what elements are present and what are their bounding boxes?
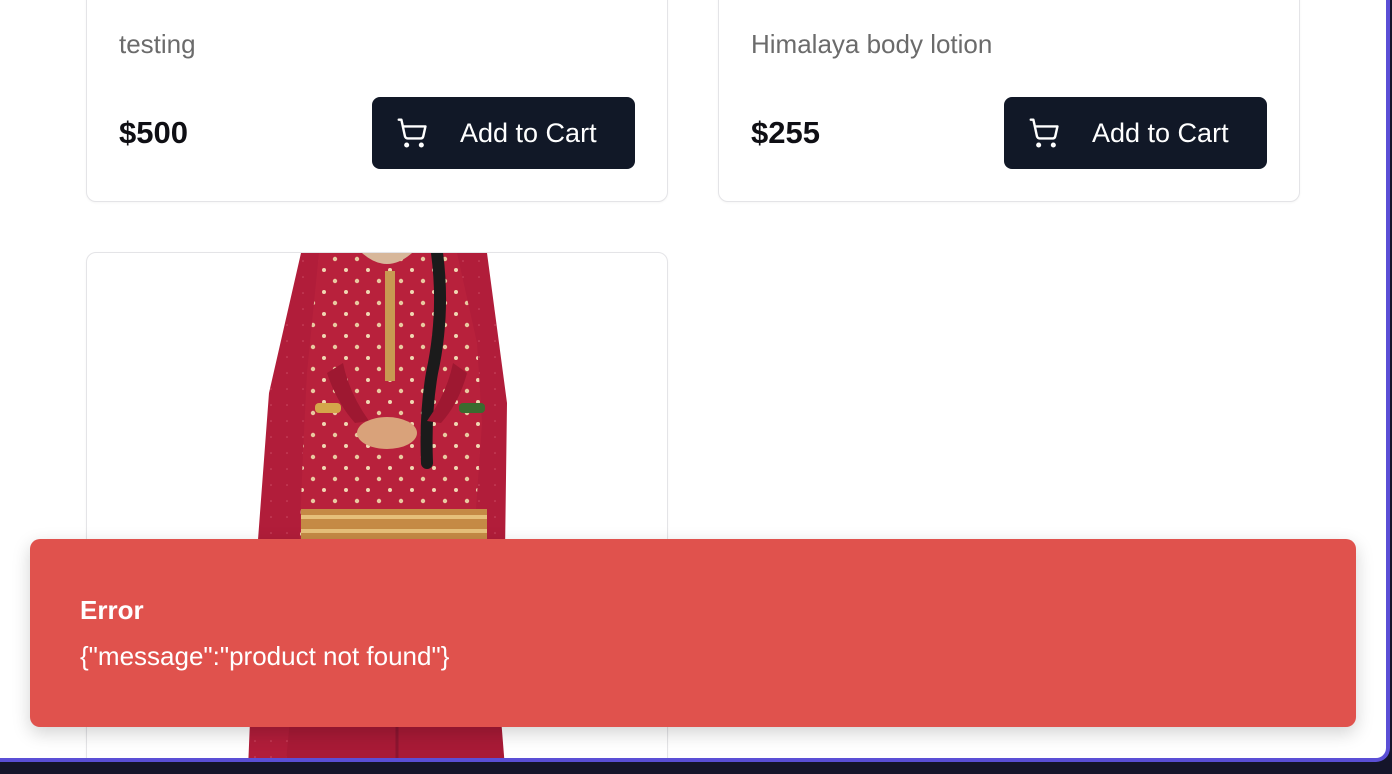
- browser-frame: testing $500 Add to Cart Himalaya body l…: [0, 0, 1392, 774]
- add-to-cart-label: Add to Cart: [460, 117, 597, 148]
- product-card: Himalaya body lotion $255 Add to Cart: [718, 0, 1300, 202]
- add-to-cart-button[interactable]: Add to Cart: [1004, 97, 1267, 169]
- toast-message: {"message":"product not found"}: [80, 641, 450, 671]
- product-price: $500: [119, 115, 188, 150]
- product-card: testing $500 Add to Cart: [86, 0, 668, 202]
- toast-title: Error: [80, 595, 144, 625]
- shopping-cart-icon: [396, 117, 428, 149]
- error-toast[interactable]: Error {"message":"product not found"}: [30, 539, 1356, 727]
- product-description: testing: [119, 29, 196, 59]
- add-to-cart-button[interactable]: Add to Cart: [372, 97, 635, 169]
- page-viewport: testing $500 Add to Cart Himalaya body l…: [0, 0, 1390, 762]
- product-description: Himalaya body lotion: [751, 29, 993, 59]
- shopping-cart-icon: [1028, 117, 1060, 149]
- add-to-cart-label: Add to Cart: [1092, 117, 1229, 148]
- product-price: $255: [751, 115, 820, 150]
